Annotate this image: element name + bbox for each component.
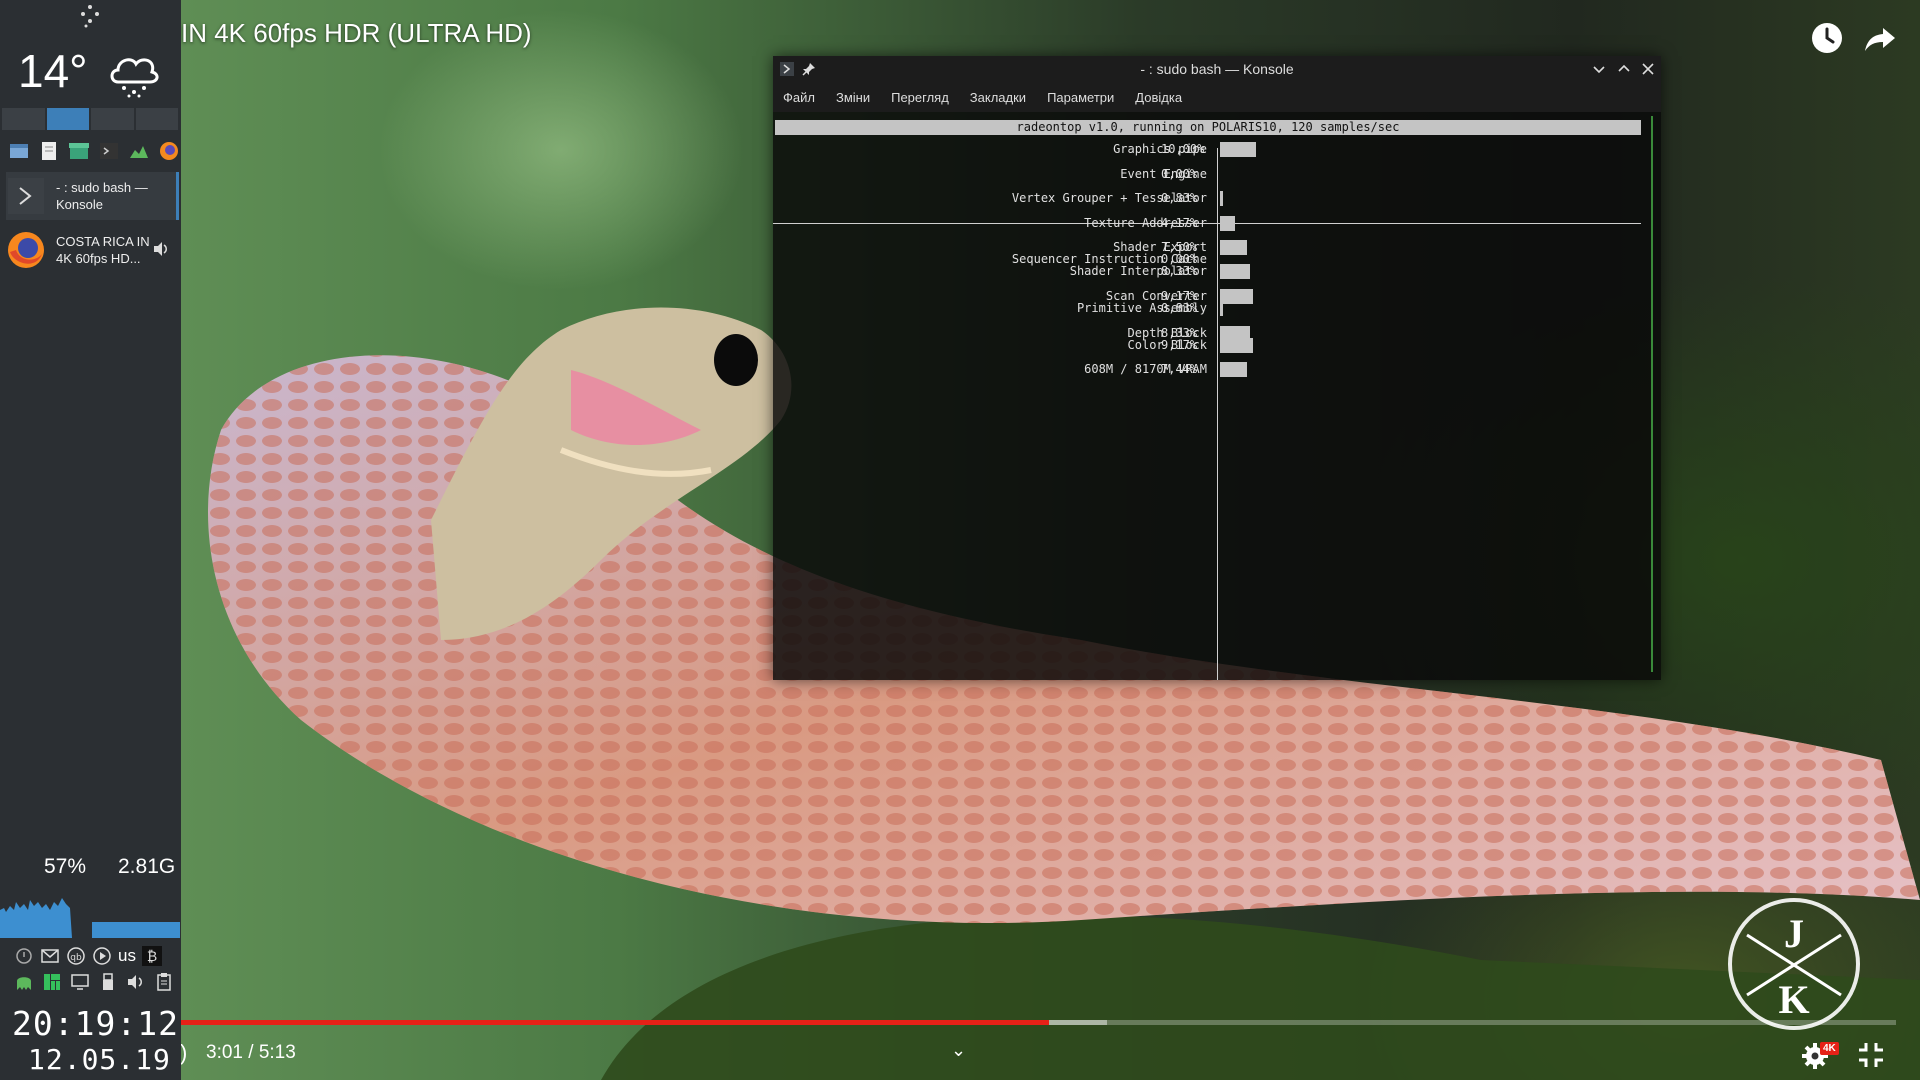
firefox-icon [8, 232, 44, 268]
audio-playing-icon[interactable] [152, 240, 170, 258]
metric-bar [1220, 264, 1250, 279]
metric-bar [1220, 338, 1253, 353]
memory-graph [92, 922, 180, 938]
rain-cloud-icon[interactable] [106, 50, 162, 98]
menu-edit[interactable]: Зміни [836, 90, 870, 105]
menu-view[interactable]: Перегляд [891, 90, 949, 105]
desktop-2[interactable] [46, 108, 89, 130]
svg-text:J: J [1784, 911, 1804, 956]
radeontop-header: radeontop v1.0, running on POLARIS10, 12… [775, 120, 1641, 135]
metric-percent: 9,17% [1161, 338, 1198, 352]
taskbar-item-label: - : sudo bash — Konsole [56, 180, 148, 212]
terminal-icon[interactable] [98, 140, 120, 162]
ghost-icon[interactable] [14, 972, 34, 992]
menu-settings[interactable]: Параметри [1047, 90, 1114, 105]
metric-bar [1220, 142, 1256, 157]
weather-temperature[interactable]: 14° [18, 44, 88, 98]
maximize-icon[interactable] [1615, 60, 1633, 78]
memory-usage: 2.81G [118, 855, 176, 878]
notifications-icon[interactable] [14, 946, 34, 966]
terminal-scrollbar[interactable] [1651, 116, 1653, 672]
system-tray-row-1: qb us ₿ [14, 946, 162, 966]
mail-icon[interactable] [40, 946, 60, 966]
konsole-icon [8, 178, 44, 214]
svg-text:K: K [1778, 977, 1809, 1022]
usb-device-icon[interactable] [98, 972, 118, 992]
panel-menu-icon[interactable] [78, 4, 102, 28]
desktop-panel: 14° -: sudo bash — Konsole COSTA RICA I… [0, 0, 181, 1080]
metric-bar [1220, 191, 1223, 206]
svg-text:qb: qb [70, 953, 82, 963]
cpu-usage: 57% [44, 855, 87, 878]
taskbar-item-label: COSTA RICA IN 4K 60fps HD... [56, 234, 150, 266]
watch-later-icon[interactable] [1809, 20, 1845, 56]
metric-bar [1220, 216, 1235, 231]
qbittorrent-icon[interactable]: qb [66, 946, 86, 966]
terminal-separator [773, 223, 1641, 224]
metric-percent: 7,44% [1161, 362, 1198, 376]
metric-percent: 4,17% [1161, 216, 1198, 230]
desktop-3[interactable] [91, 108, 134, 130]
quality-badge: 4K [1820, 1042, 1839, 1055]
played-progress [181, 1020, 1049, 1025]
taskbar-item-konsole[interactable]: - : sudo bash — Konsole [6, 172, 179, 220]
menu-bookmarks[interactable]: Закладки [970, 90, 1026, 105]
window-titlebar[interactable]: - : sudo bash — Konsole [773, 56, 1661, 82]
clock-time[interactable]: 20:19:12 [12, 1004, 179, 1043]
desktop-1[interactable] [2, 108, 45, 130]
minimize-icon[interactable] [1590, 60, 1608, 78]
bitcoin-icon[interactable]: ₿ [141, 946, 162, 966]
svg-text:₿: ₿ [147, 949, 157, 965]
file-manager-icon[interactable] [8, 140, 30, 162]
manjaro-icon[interactable] [42, 972, 62, 992]
metric-bar [1220, 362, 1247, 377]
video-title: IN 4K 60fps HDR (ULTRA HD) [181, 18, 532, 48]
quick-launchers [8, 140, 180, 162]
konsole-window[interactable]: - : sudo bash — Konsole Файл Зміни Перег… [773, 56, 1661, 680]
display-icon[interactable] [70, 972, 90, 992]
window-title: - : sudo bash — Konsole [1140, 61, 1294, 77]
share-icon[interactable] [1862, 20, 1898, 56]
metric-bar [1220, 289, 1253, 304]
metric-percent: 8,33% [1161, 264, 1198, 278]
metric-percent: 0,83% [1161, 301, 1198, 315]
media-player-icon[interactable] [92, 946, 112, 966]
chevron-down-icon[interactable]: ⌄ [951, 1040, 966, 1061]
desktop-4[interactable] [135, 108, 178, 130]
metric-bar [1220, 301, 1223, 316]
system-monitor-icon[interactable] [128, 140, 150, 162]
system-tray-row-2 [14, 972, 174, 992]
keyboard-layout[interactable]: us [118, 946, 136, 966]
volume-icon[interactable] [126, 972, 146, 992]
menu-file[interactable]: Файл [783, 90, 815, 105]
terminal-axis-line [1217, 148, 1218, 680]
menu-help[interactable]: Довідка [1135, 90, 1182, 105]
clock-date[interactable]: 12.05.19 [28, 1043, 171, 1076]
text-editor-icon[interactable] [38, 140, 60, 162]
play-button-fragment[interactable]: ) [180, 1040, 187, 1066]
exit-fullscreen-icon[interactable] [1856, 1040, 1886, 1070]
metric-percent: 0,00% [1161, 167, 1198, 181]
metric-percent: 0,83% [1161, 191, 1198, 205]
taskbar-item-firefox[interactable]: COSTA RICA IN 4K 60fps HD... [6, 226, 176, 274]
close-icon[interactable] [1639, 60, 1657, 78]
metric-percent: 10,00% [1161, 142, 1205, 156]
firefox-icon[interactable] [158, 140, 180, 162]
channel-watermark-logo: J K [1728, 898, 1860, 1030]
virtual-desktop-pager[interactable] [2, 108, 178, 130]
konsole-menubar: Файл Зміни Перегляд Закладки Параметри Д… [773, 82, 1661, 112]
video-progress-bar[interactable] [181, 1020, 1896, 1025]
video-time: 3:01 / 5:13 [206, 1042, 296, 1063]
terminal-area[interactable]: radeontop v1.0, running on POLARIS10, 12… [773, 112, 1661, 680]
metric-bar [1220, 240, 1247, 255]
clipboard-icon[interactable] [154, 972, 174, 992]
store-icon[interactable] [68, 140, 90, 162]
cpu-graph [0, 898, 72, 938]
